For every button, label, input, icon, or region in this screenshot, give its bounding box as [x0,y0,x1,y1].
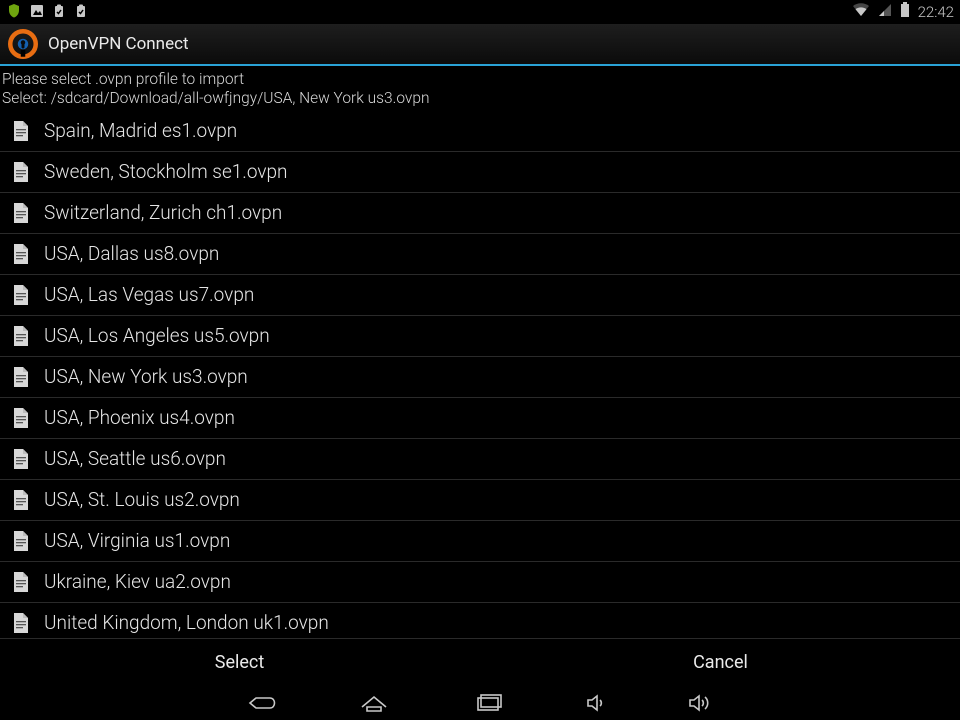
file-row[interactable]: USA, New York us3.ovpn [0,357,960,398]
file-name: USA, Virginia us1.ovpn [44,529,230,552]
file-row[interactable]: United Kingdom, London uk1.ovpn [0,603,960,638]
file-row[interactable]: Switzerland, Zurich ch1.ovpn [0,193,960,234]
subheader-line1: Please select .ovpn profile to import [2,70,954,89]
nav-recent-icon[interactable] [466,692,510,714]
file-row[interactable]: USA, Phoenix us4.ovpn [0,398,960,439]
file-row[interactable]: USA, Seattle us6.ovpn [0,439,960,480]
nav-back-icon[interactable] [238,692,282,714]
file-row[interactable]: USA, Los Angeles us5.ovpn [0,316,960,357]
cancel-button[interactable]: Cancel [485,643,956,683]
file-name: USA, Seattle us6.ovpn [44,447,226,470]
file-name: Ukraine, Kiev ua2.ovpn [44,570,231,593]
battery-icon [900,2,910,22]
file-icon [12,325,30,347]
file-icon [12,571,30,593]
file-icon [12,366,30,388]
clipboard-icon [52,4,66,21]
file-icon [12,407,30,429]
file-list[interactable]: Spain, Madrid es1.ovpn Sweden, Stockholm … [0,111,960,638]
file-name: Spain, Madrid es1.ovpn [44,119,237,142]
file-row[interactable]: Spain, Madrid es1.ovpn [0,111,960,152]
select-button[interactable]: Select [4,643,475,683]
file-name: USA, St. Louis us2.ovpn [44,488,240,511]
file-name: Switzerland, Zurich ch1.ovpn [44,201,282,224]
file-icon [12,202,30,224]
content: Please select .ovpn profile to import Se… [0,66,960,638]
status-left [6,3,88,22]
subheader-line2: Select: /sdcard/Download/all-owfjngy/USA… [2,89,954,108]
file-icon [12,612,30,634]
clipboard-icon-2 [74,4,88,21]
file-icon [12,243,30,265]
file-name: USA, New York us3.ovpn [44,365,248,388]
file-icon [12,120,30,142]
file-row[interactable]: USA, Virginia us1.ovpn [0,521,960,562]
button-bar: Select Cancel [0,638,960,686]
picture-icon [30,4,44,21]
file-name: USA, Phoenix us4.ovpn [44,406,235,429]
file-icon [12,448,30,470]
action-bar: OpenVPN Connect [0,24,960,66]
file-name: Sweden, Stockholm se1.ovpn [44,160,287,183]
file-icon [12,284,30,306]
nav-home-icon[interactable] [352,692,396,714]
file-icon [12,530,30,552]
file-name: USA, Las Vegas us7.ovpn [44,283,254,306]
nav-bar [0,686,960,720]
file-row[interactable]: Sweden, Stockholm se1.ovpn [0,152,960,193]
app-title: OpenVPN Connect [48,34,189,54]
status-bar: 22:42 [0,0,960,24]
nav-volume-up-icon[interactable] [684,692,722,714]
file-row[interactable]: USA, Dallas us8.ovpn [0,234,960,275]
nav-volume-down-icon[interactable] [580,692,614,714]
openvpn-logo-icon [8,29,38,59]
file-row[interactable]: USA, Las Vegas us7.ovpn [0,275,960,316]
status-right: 22:42 [852,2,954,22]
file-row[interactable]: Ukraine, Kiev ua2.ovpn [0,562,960,603]
security-app-icon [6,3,22,22]
file-name: United Kingdom, London uk1.ovpn [44,611,329,634]
file-name: USA, Los Angeles us5.ovpn [44,324,270,347]
subheader: Please select .ovpn profile to import Se… [0,66,960,111]
wifi-icon [852,3,870,21]
status-clock: 22:42 [918,3,954,21]
file-name: USA, Dallas us8.ovpn [44,242,219,265]
file-icon [12,161,30,183]
file-icon [12,489,30,511]
cell-signal-icon [878,3,892,21]
file-row[interactable]: USA, St. Louis us2.ovpn [0,480,960,521]
